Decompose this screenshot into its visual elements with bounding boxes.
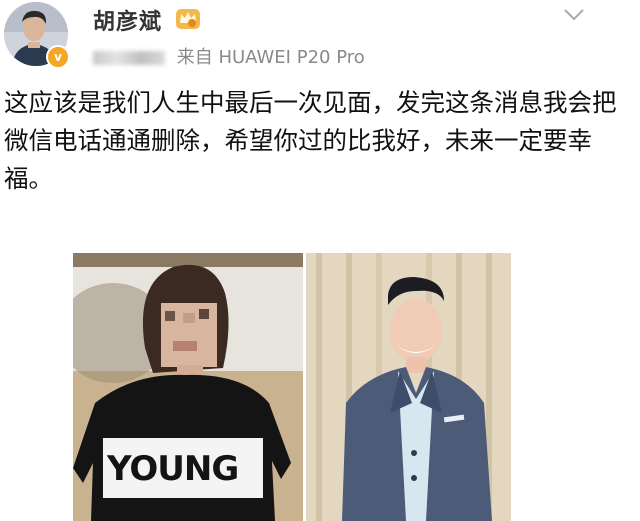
username[interactable]: 胡彦斌	[93, 4, 162, 36]
post-time-blurred	[93, 51, 165, 65]
photo-left[interactable]: YOUNG	[73, 253, 303, 521]
photo-right[interactable]	[306, 253, 511, 521]
verified-badge-icon: v	[46, 45, 70, 69]
vip-crown-icon	[176, 9, 200, 29]
post-meta: 来自 HUAWEI P20 Pro	[93, 43, 365, 69]
shirt-print-text: YOUNG	[107, 449, 239, 489]
source-prefix: 来自	[176, 47, 213, 68]
chevron-down-icon[interactable]	[563, 8, 585, 22]
post-text: 这应该是我们人生中最后一次见面，发完这条消息我会把微信电话通通删除，希望你过的比…	[4, 88, 617, 193]
source-device[interactable]: HUAWEI P20 Pro	[218, 47, 364, 68]
